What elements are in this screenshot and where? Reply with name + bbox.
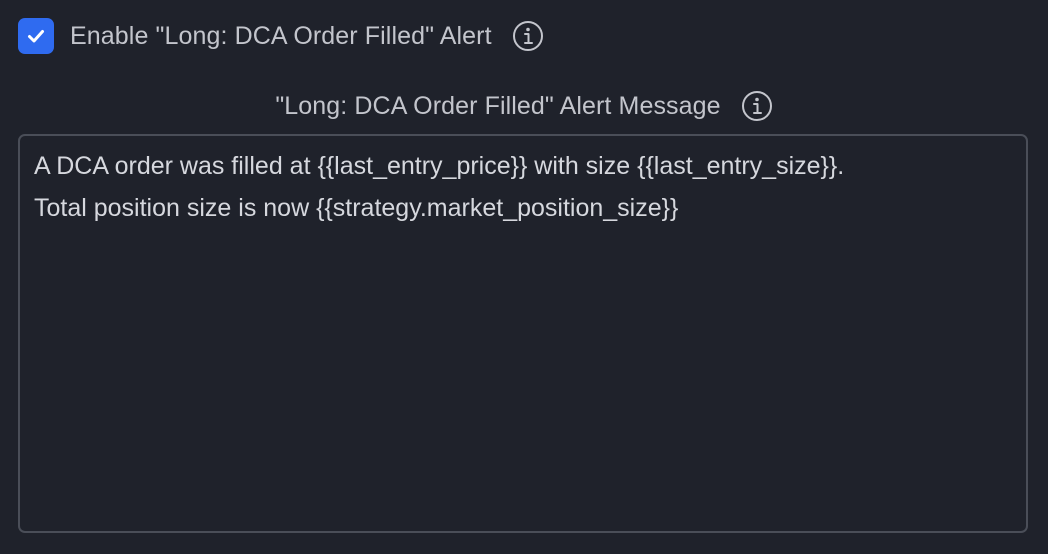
checkmark-icon (28, 30, 44, 43)
info-circle-icon[interactable] (512, 20, 544, 52)
alert-message-textarea[interactable]: A DCA order was filled at {{last_entry_p… (18, 134, 1028, 533)
info-circle-icon[interactable] (741, 90, 773, 122)
alert-settings-panel: Enable "Long: DCA Order Filled" Alert "L… (0, 0, 1048, 554)
enable-alert-checkbox[interactable] (18, 18, 54, 54)
alert-message-label-row: "Long: DCA Order Filled" Alert Message (0, 86, 1048, 126)
enable-alert-label[interactable]: Enable "Long: DCA Order Filled" Alert (70, 22, 492, 51)
enable-alert-row: Enable "Long: DCA Order Filled" Alert (18, 18, 544, 54)
alert-message-label: "Long: DCA Order Filled" Alert Message (275, 91, 721, 120)
